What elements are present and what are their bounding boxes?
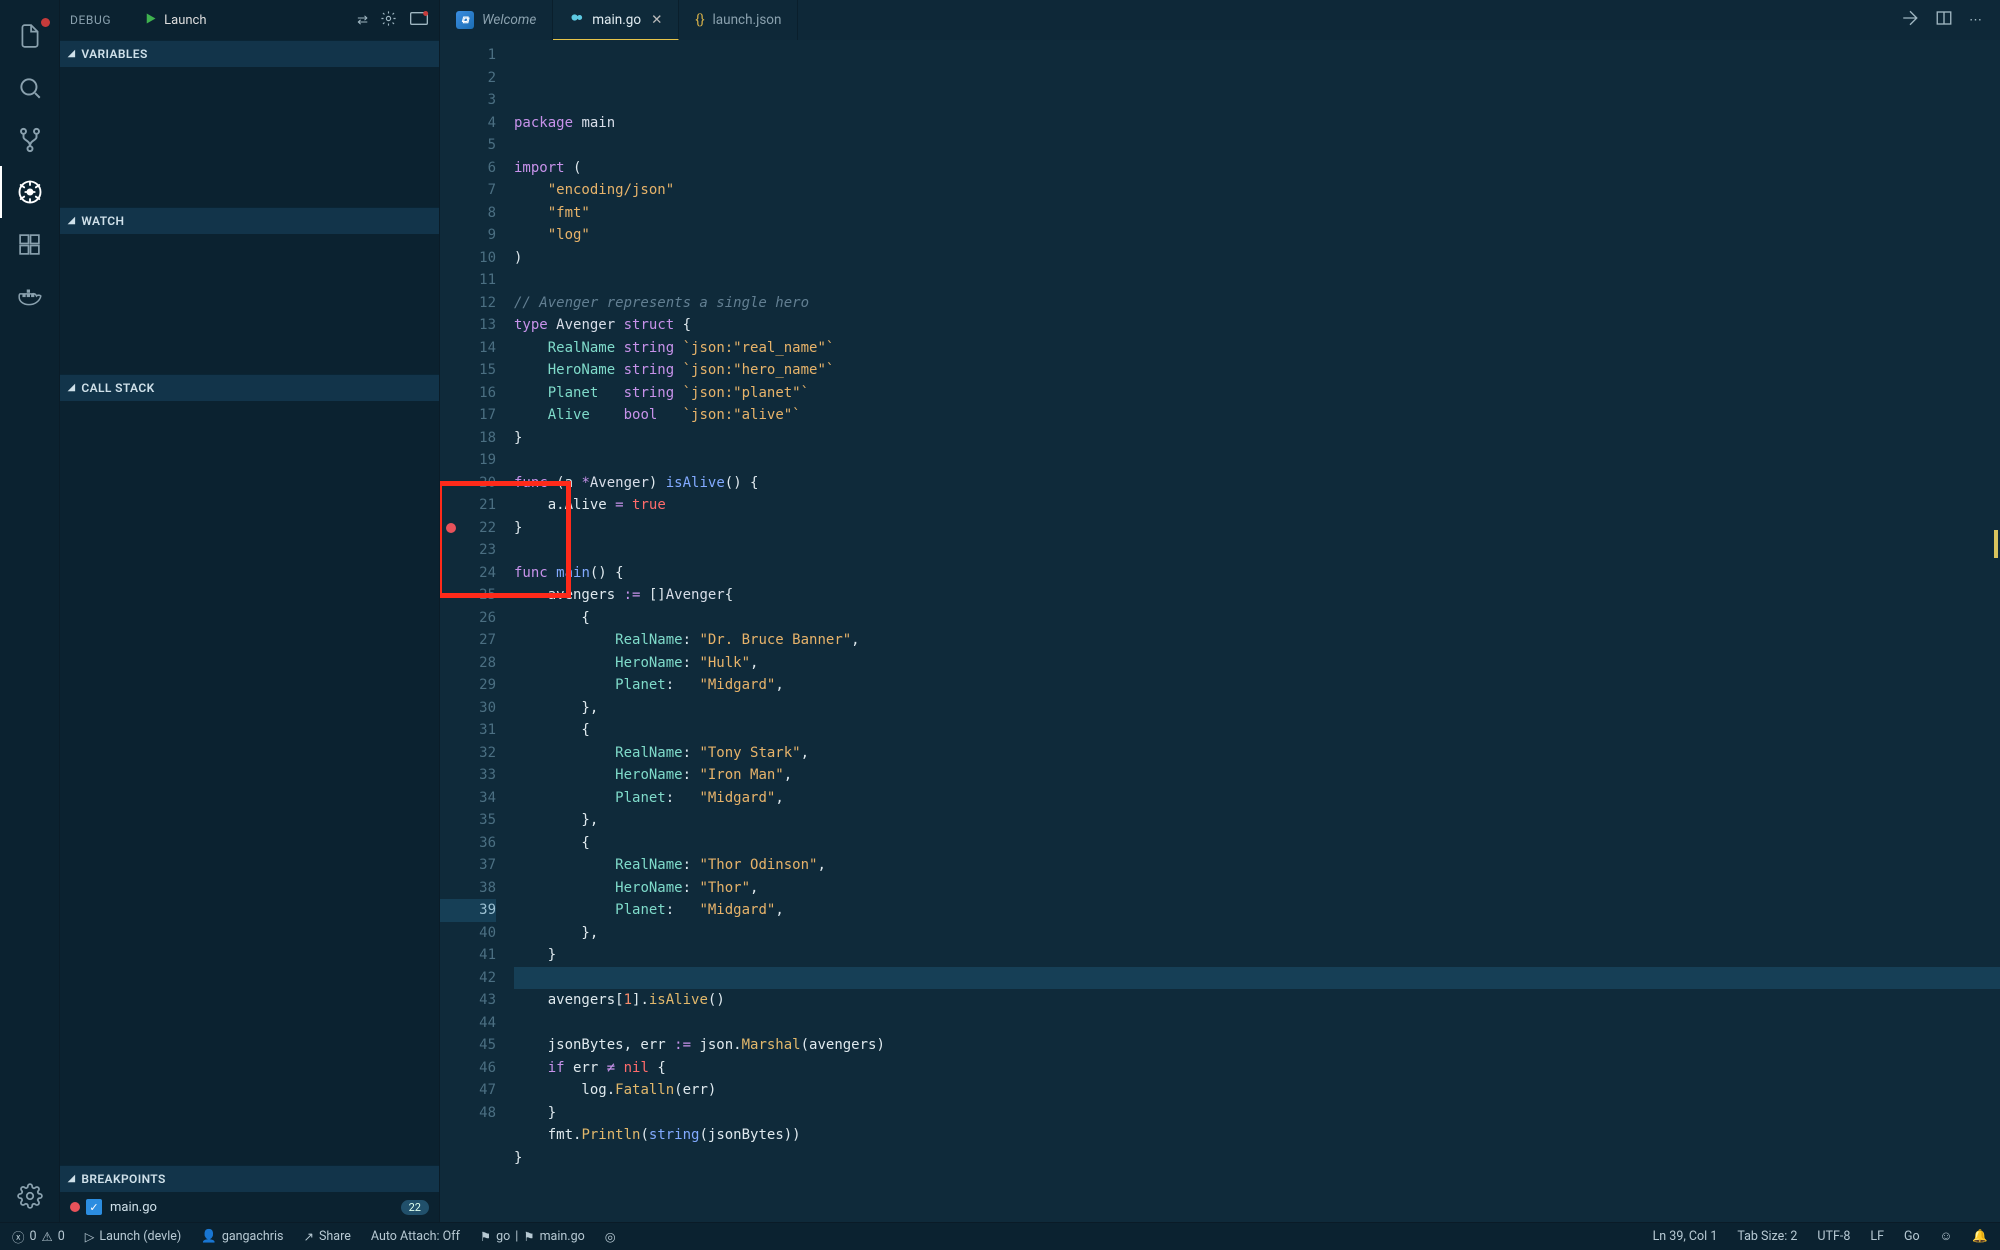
status-bar: ⓧ 0 ⚠ 0 ▷ Launch (devle) 👤 gangachris ↗ Sh…	[0, 1222, 2000, 1250]
minimap-marker	[1994, 530, 1998, 558]
status-cursor[interactable]: Ln 39, Col 1	[1653, 1229, 1718, 1244]
status-auto-attach[interactable]: Auto Attach: Off	[371, 1229, 460, 1244]
status-feedback-icon[interactable]: ☺	[1940, 1229, 1953, 1244]
launch-config-select[interactable]: Launch	[164, 13, 357, 28]
status-go-label: go	[496, 1229, 510, 1244]
start-debug-button[interactable]	[143, 11, 158, 30]
section-callstack-header[interactable]: ◢ CALL STACK	[60, 374, 439, 401]
status-eol-label: LF	[1870, 1229, 1884, 1244]
status-launch-label: Launch (devle)	[99, 1229, 181, 1244]
activity-scm[interactable]	[0, 114, 60, 166]
status-bell-icon[interactable]: 🔔	[1972, 1229, 1988, 1244]
section-watch-label: WATCH	[81, 214, 124, 228]
status-auto-attach-label: Auto Attach: Off	[371, 1229, 460, 1244]
close-icon[interactable]: ✕	[651, 12, 662, 28]
error-icon: ⓧ	[12, 1227, 25, 1246]
section-watch-header[interactable]: ◢ WATCH	[60, 207, 439, 234]
editor-tabs: ⧉ Welcome main.go ✕ {} launch.json	[440, 0, 2000, 40]
go-file-icon	[569, 10, 584, 29]
status-share-label: Share	[319, 1229, 351, 1244]
activity-search[interactable]	[0, 62, 60, 114]
status-cursor-label: Ln 39, Col 1	[1653, 1229, 1718, 1244]
debug-header: DEBUG Launch ⇄	[60, 0, 439, 40]
status-tabsize[interactable]: Tab Size: 2	[1737, 1229, 1797, 1244]
debug-console-icon[interactable]	[409, 10, 429, 31]
flag-icon: ⚑	[480, 1229, 491, 1245]
error-count: 0	[30, 1229, 37, 1244]
section-callstack-body	[60, 401, 439, 1165]
status-language[interactable]: Go	[1904, 1229, 1920, 1244]
flag-icon: ⚑	[523, 1229, 534, 1245]
status-problems[interactable]: ⓧ 0 ⚠ 0	[12, 1227, 65, 1246]
more-actions-icon[interactable]: ⋯	[1969, 13, 1982, 28]
activity-debug[interactable]	[0, 166, 60, 218]
tab-welcome[interactable]: ⧉ Welcome	[440, 0, 553, 40]
breakpoint-line-badge: 22	[401, 1200, 429, 1215]
breakpoint-row[interactable]: ✓ main.go 22	[70, 1195, 429, 1219]
tab-launch-json[interactable]: {} launch.json	[679, 0, 798, 40]
status-encoding-label: UTF-8	[1817, 1229, 1850, 1244]
status-launch[interactable]: ▷ Launch (devle)	[85, 1229, 181, 1245]
editor-title-actions: ⋯	[1901, 0, 2000, 40]
activity-bar	[0, 0, 60, 1222]
debug-sidebar: DEBUG Launch ⇄ ◢ VARIABLES ◢ WATCH	[60, 0, 440, 1222]
status-analysis-icon[interactable]: ◎	[605, 1229, 616, 1245]
json-file-icon: {}	[695, 12, 704, 28]
vscode-icon: ⧉	[456, 11, 474, 29]
editor-area: ⧉ Welcome main.go ✕ {} launch.json	[440, 0, 2000, 1222]
activity-docker[interactable]	[0, 270, 60, 322]
section-breakpoints-header[interactable]: ◢ BREAKPOINTS	[60, 1165, 439, 1192]
status-eol[interactable]: LF	[1870, 1229, 1884, 1244]
section-variables-label: VARIABLES	[81, 47, 147, 61]
activity-settings[interactable]	[0, 1170, 60, 1222]
tab-label: main.go	[592, 12, 641, 28]
code-content[interactable]: package mainimport ( "encoding/json" "fm…	[514, 40, 2000, 1222]
chevron-down-icon: ◢	[68, 383, 75, 393]
line-number-gutter[interactable]: 1234567891011121314151617181920212223242…	[440, 40, 514, 1222]
person-icon: 👤	[201, 1229, 217, 1244]
status-tabsize-label: Tab Size: 2	[1737, 1229, 1797, 1244]
status-encoding[interactable]: UTF-8	[1817, 1229, 1850, 1244]
activity-extensions[interactable]	[0, 218, 60, 270]
main-area: DEBUG Launch ⇄ ◢ VARIABLES ◢ WATCH	[0, 0, 2000, 1222]
sidebar-title: DEBUG	[70, 13, 111, 27]
status-share[interactable]: ↗ Share	[304, 1229, 351, 1245]
share-icon: ↗	[304, 1229, 314, 1245]
breakpoint-checkbox[interactable]: ✓	[86, 1199, 102, 1215]
status-user-label: gangachris	[222, 1229, 284, 1244]
warning-count: 0	[58, 1229, 65, 1244]
editor-body[interactable]: 1234567891011121314151617181920212223242…	[440, 40, 2000, 1222]
explorer-badge-icon	[41, 18, 50, 27]
section-variables-header[interactable]: ◢ VARIABLES	[60, 40, 439, 67]
status-file-label: main.go	[540, 1229, 585, 1244]
status-go-lang[interactable]: ⚑ go | ⚑ main.go	[480, 1229, 585, 1245]
chevron-down-icon: ◢	[68, 49, 75, 59]
status-liveshare-user[interactable]: 👤 gangachris	[201, 1229, 283, 1244]
breakpoints-list: ✓ main.go 22	[60, 1192, 439, 1222]
split-editor-icon[interactable]	[1935, 9, 1953, 31]
tab-label: Welcome	[482, 12, 536, 28]
play-icon: ▷	[85, 1229, 95, 1245]
chevron-down-icon: ◢	[68, 216, 75, 226]
section-variables-body	[60, 67, 439, 207]
tab-main-go[interactable]: main.go ✕	[553, 0, 679, 40]
tab-label: launch.json	[713, 12, 782, 28]
swap-icon[interactable]: ⇄	[357, 13, 368, 28]
status-language-label: Go	[1904, 1229, 1920, 1244]
section-breakpoints-label: BREAKPOINTS	[81, 1172, 165, 1186]
compare-changes-icon[interactable]	[1901, 9, 1919, 31]
debug-settings-icon[interactable]	[380, 10, 397, 31]
activity-explorer[interactable]	[0, 10, 60, 62]
breakpoint-filename: main.go	[110, 1200, 401, 1215]
chevron-down-icon: ◢	[68, 1174, 75, 1184]
warning-icon: ⚠	[42, 1229, 53, 1245]
breakpoint-dot-icon	[70, 1202, 80, 1212]
section-watch-body	[60, 234, 439, 374]
section-callstack-label: CALL STACK	[81, 381, 154, 395]
